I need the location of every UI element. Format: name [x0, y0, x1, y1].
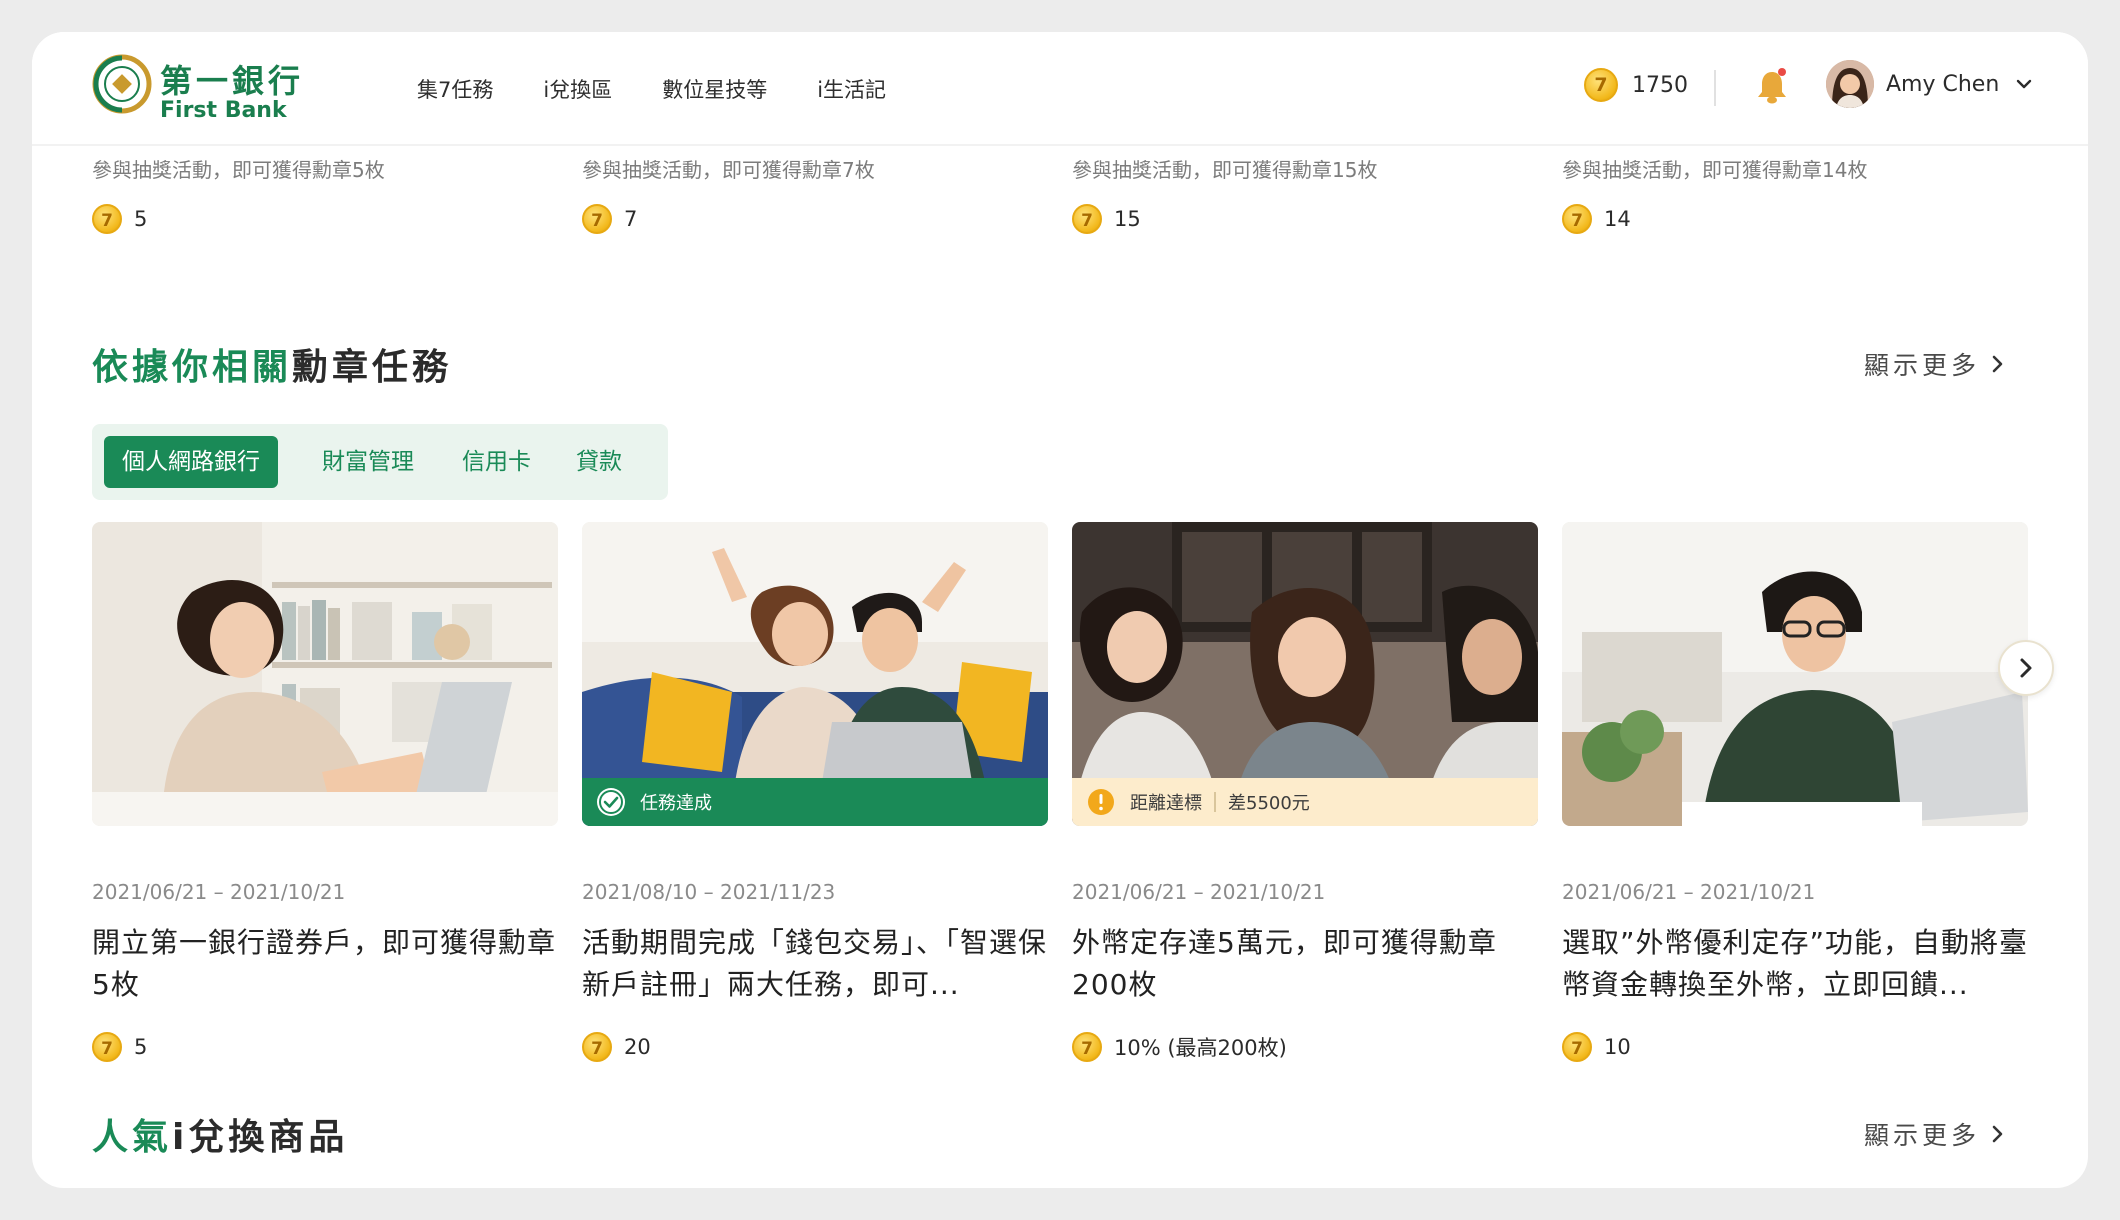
app-window: 第一銀行 First Bank 集7任務 i兌換區 數位星技等 i生活記 7 1…: [32, 32, 2088, 1188]
card-date: 2021/06/21 – 2021/10/21: [1072, 880, 1326, 904]
nav-item-digital-star[interactable]: 數位星技等: [662, 74, 767, 104]
nav-item-collect7[interactable]: 集7任務: [417, 74, 493, 104]
alert-icon: [1088, 789, 1114, 815]
chevron-down-icon: [2017, 79, 2032, 89]
section-title-related-tasks: 依據你相關勳章任務: [92, 347, 453, 388]
prev-card-reward: 7 15: [1072, 204, 1141, 234]
card-title: 外幣定存達5萬元，即可獲得勳章200枚: [1072, 926, 1497, 1001]
tab-loan[interactable]: 貸款: [576, 436, 622, 488]
status-progress-bar: 距離達標 差5500元: [1072, 778, 1538, 826]
prev-card-desc: 參與抽獎活動，即可獲得勳章5枚: [92, 158, 385, 182]
coin-icon: 7: [92, 204, 122, 234]
card-title: 活動期間完成「錢包交易」、「智選保新戶註冊」兩大任務，即可...: [582, 926, 1048, 1001]
coin-icon: 7: [582, 204, 612, 234]
coin-icon: 7: [1562, 1032, 1592, 1062]
avatar: [1826, 60, 1874, 108]
main-nav: 集7任務 i兌換區 數位星技等 i生活記: [417, 32, 936, 146]
tab-personal-banking[interactable]: 個人網路銀行: [104, 436, 278, 488]
prev-card-desc: 參與抽獎活動，即可獲得勳章7枚: [582, 158, 875, 182]
brand-name-en: First Bank: [160, 98, 287, 123]
coin-icon: 7: [582, 1032, 612, 1062]
status-complete-bar: 任務達成: [582, 778, 1048, 826]
carousel-next-button[interactable]: [1998, 640, 2054, 696]
card-date: 2021/08/10 – 2021/11/23: [582, 880, 836, 904]
section-title-popular-products: 人氣i兌換商品: [92, 1117, 349, 1158]
chevron-right-icon: [2020, 658, 2032, 678]
show-more-link[interactable]: 顯示更多: [1864, 346, 2006, 382]
first-bank-logo-icon: [92, 54, 152, 114]
nav-item-life[interactable]: i生活記: [817, 74, 886, 104]
card-title: 開立第一銀行證券戶，即可獲得勳章5枚: [92, 926, 557, 1001]
points-value: 1750: [1632, 72, 1688, 98]
card-image: [1562, 522, 2028, 826]
card-image: 距離達標 差5500元: [1072, 522, 1538, 826]
status-label: 距離達標: [1130, 793, 1202, 814]
card-title: 選取”外幣優利定存”功能，自動將臺幣資金轉換至外幣，立即回饋...: [1562, 926, 2029, 1001]
check-circle-icon: [597, 788, 625, 816]
user-menu[interactable]: Amy Chen: [1826, 60, 2033, 108]
coin-icon: 7: [92, 1032, 122, 1062]
coin-icon: 7: [1072, 204, 1102, 234]
header-divider: [1714, 70, 1716, 106]
prev-card-reward: 75: [92, 204, 147, 234]
tab-wealth-management[interactable]: 財富管理: [322, 436, 414, 488]
tab-credit-card[interactable]: 信用卡: [462, 436, 531, 488]
category-tabs: 個人網路銀行 財富管理 信用卡 貸款: [92, 424, 668, 500]
card-reward: 7 10: [1562, 1032, 1631, 1062]
chevron-right-icon: [1992, 1125, 2003, 1143]
card-date: 2021/06/21 – 2021/10/21: [92, 880, 346, 904]
top-header: 第一銀行 First Bank 集7任務 i兌換區 數位星技等 i生活記 7 1…: [32, 32, 2088, 146]
card-reward: 7 10% (最高200枚): [1072, 1032, 1287, 1062]
card-image: 任務達成: [582, 522, 1048, 826]
prev-card-reward: 7 14: [1562, 204, 1631, 234]
card-reward: 7 20: [582, 1032, 651, 1062]
card-image: [92, 522, 558, 826]
user-name: Amy Chen: [1886, 71, 2000, 97]
card-reward: 75: [92, 1032, 147, 1062]
bell-icon[interactable]: [1754, 66, 1790, 106]
first-bank-logo[interactable]: 第一銀行 First Bank: [92, 54, 312, 128]
show-more-link[interactable]: 顯示更多: [1864, 1116, 2006, 1152]
prev-card-reward: 77: [582, 204, 637, 234]
user-points[interactable]: 7 1750: [1584, 68, 1688, 102]
coin-icon: 7: [1072, 1032, 1102, 1062]
prev-card-desc: 參與抽獎活動，即可獲得勳章15枚: [1072, 158, 1378, 182]
status-text: 任務達成: [640, 793, 712, 814]
coin-icon: 7: [1584, 68, 1618, 102]
card-date: 2021/06/21 – 2021/10/21: [1562, 880, 1816, 904]
prev-card-desc: 參與抽獎活動，即可獲得勳章14枚: [1562, 158, 1868, 182]
brand-name-cn: 第一銀行: [160, 62, 305, 100]
status-value: 差5500元: [1228, 793, 1310, 814]
nav-item-exchange[interactable]: i兌換區: [543, 74, 612, 104]
coin-icon: 7: [1562, 204, 1592, 234]
status-separator: [1214, 792, 1216, 812]
chevron-right-icon: [1992, 355, 2003, 373]
